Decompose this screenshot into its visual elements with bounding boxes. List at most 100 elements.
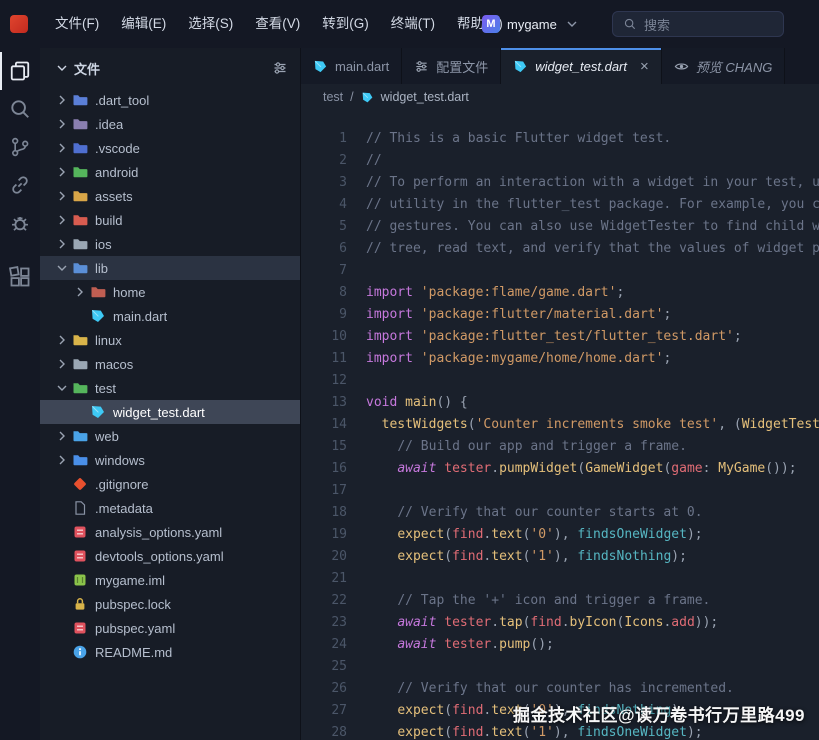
tab-widget_test-dart[interactable]: widget_test.dart× — [501, 48, 662, 84]
line-number: 13 — [301, 392, 347, 414]
tree-item-assets[interactable]: assets — [40, 184, 300, 208]
tree-item-analysis_options.yaml[interactable]: analysis_options.yaml — [40, 520, 300, 544]
tree-item-lib[interactable]: lib — [40, 256, 300, 280]
chevron-spacer — [72, 308, 88, 324]
chevron-right-icon[interactable] — [54, 236, 70, 252]
code-line: 20 expect(find.text('1'), findsNothing); — [301, 546, 819, 568]
folder-icon — [72, 332, 88, 348]
code-line: 15 // Build our app and trigger a frame. — [301, 436, 819, 458]
chevron-right-icon[interactable] — [54, 116, 70, 132]
command-center[interactable]: M mygame — [474, 10, 588, 38]
folder-icon — [72, 452, 88, 468]
menu-item[interactable]: 文件(F) — [44, 0, 110, 48]
tree-item-android[interactable]: android — [40, 160, 300, 184]
tab-label: main.dart — [335, 59, 389, 74]
sidebar-header: 文件 — [40, 48, 300, 88]
tree-item-label: .vscode — [95, 141, 140, 156]
breadcrumb-folder[interactable]: test — [323, 90, 343, 104]
code-line: 8import 'package:flame/game.dart'; — [301, 282, 819, 304]
tree-item-.idea[interactable]: .idea — [40, 112, 300, 136]
tree-item-mygame.iml[interactable]: mygame.iml — [40, 568, 300, 592]
line-number: 16 — [301, 458, 347, 480]
breadcrumb-file[interactable]: widget_test.dart — [381, 90, 469, 104]
chevron-right-icon[interactable] — [54, 428, 70, 444]
code-lines[interactable]: 1// This is a basic Flutter widget test.… — [301, 110, 819, 740]
chevron-down-icon[interactable] — [54, 380, 70, 396]
chevron-right-icon[interactable] — [54, 212, 70, 228]
tree-item-web[interactable]: web — [40, 424, 300, 448]
breadcrumb[interactable]: test / widget_test.dart — [301, 84, 819, 110]
chevron-down-icon[interactable] — [54, 260, 70, 276]
code-line: 1// This is a basic Flutter widget test. — [301, 128, 819, 150]
explorer-icon[interactable] — [0, 52, 40, 90]
app-icon[interactable] — [10, 15, 28, 33]
activitybar — [0, 48, 40, 740]
tree-item-macos[interactable]: macos — [40, 352, 300, 376]
menu-item[interactable]: 编辑(E) — [110, 0, 177, 48]
line-number: 25 — [301, 656, 347, 678]
project-name: mygame — [507, 17, 557, 32]
line-number: 21 — [301, 568, 347, 590]
project-icon: M — [482, 15, 500, 33]
tree-item-README.md[interactable]: README.md — [40, 640, 300, 664]
sidebar-collapse-icon[interactable] — [54, 60, 70, 76]
tree-item-main.dart[interactable]: main.dart — [40, 304, 300, 328]
tree-item-pubspec.yaml[interactable]: pubspec.yaml — [40, 616, 300, 640]
chevron-right-icon[interactable] — [54, 140, 70, 156]
chevron-right-icon[interactable] — [54, 164, 70, 180]
line-number: 28 — [301, 722, 347, 740]
tree-item-build[interactable]: build — [40, 208, 300, 232]
tree-item-windows[interactable]: windows — [40, 448, 300, 472]
tree-item-label: .dart_tool — [95, 93, 149, 108]
code-line: 5// gestures. You can also use WidgetTes… — [301, 216, 819, 238]
code-line: 12 — [301, 370, 819, 392]
tree-item-.dart_tool[interactable]: .dart_tool — [40, 88, 300, 112]
search-icon[interactable] — [0, 90, 40, 128]
tree-item-linux[interactable]: linux — [40, 328, 300, 352]
chevron-right-icon[interactable] — [72, 284, 88, 300]
menu-item[interactable]: 转到(G) — [311, 0, 380, 48]
tree-item-test[interactable]: test — [40, 376, 300, 400]
line-number: 15 — [301, 436, 347, 458]
tree-item-label: home — [113, 285, 146, 300]
tree-item-ios[interactable]: ios — [40, 232, 300, 256]
chevron-right-icon[interactable] — [54, 92, 70, 108]
extensions-icon[interactable] — [0, 258, 40, 296]
tree-item-.vscode[interactable]: .vscode — [40, 136, 300, 160]
chevron-right-icon[interactable] — [54, 356, 70, 372]
chevron-right-icon[interactable] — [54, 332, 70, 348]
tab-main-dart[interactable]: main.dart — [301, 48, 402, 84]
chevron-right-icon[interactable] — [54, 188, 70, 204]
tree-item-label: web — [95, 429, 119, 444]
explorer-actions-icon[interactable] — [272, 60, 288, 76]
line-number: 8 — [301, 282, 347, 304]
doc-file-icon — [72, 500, 88, 516]
folder-icon — [72, 428, 88, 444]
tree-item-.gitignore[interactable]: .gitignore — [40, 472, 300, 496]
line-number: 14 — [301, 414, 347, 436]
link-icon[interactable] — [0, 166, 40, 204]
chevron-spacer — [54, 596, 70, 612]
dart-file-icon — [90, 404, 106, 420]
search-box[interactable]: 搜索 — [612, 11, 784, 37]
line-number: 24 — [301, 634, 347, 656]
tune-icon — [414, 59, 429, 74]
menu-item[interactable]: 终端(T) — [380, 0, 446, 48]
menu-item[interactable]: 选择(S) — [177, 0, 244, 48]
debug-icon[interactable] — [0, 204, 40, 242]
tab--CHANG[interactable]: 预览 CHANG — [662, 48, 786, 84]
source-control-icon[interactable] — [0, 128, 40, 166]
tree-item-label: pubspec.yaml — [95, 621, 175, 636]
tree-item-pubspec.lock[interactable]: pubspec.lock — [40, 592, 300, 616]
line-number: 7 — [301, 260, 347, 282]
tree-item-home[interactable]: home — [40, 280, 300, 304]
tab--[interactable]: 配置文件 — [402, 48, 501, 84]
chevron-right-icon[interactable] — [54, 452, 70, 468]
tree-item-devtools_options.yaml[interactable]: devtools_options.yaml — [40, 544, 300, 568]
tree-item-widget_test.dart[interactable]: widget_test.dart — [40, 400, 300, 424]
chevron-spacer — [54, 620, 70, 636]
menu-item[interactable]: 查看(V) — [244, 0, 311, 48]
tree-item-label: build — [95, 213, 122, 228]
close-icon[interactable]: × — [640, 59, 649, 74]
tree-item-.metadata[interactable]: .metadata — [40, 496, 300, 520]
